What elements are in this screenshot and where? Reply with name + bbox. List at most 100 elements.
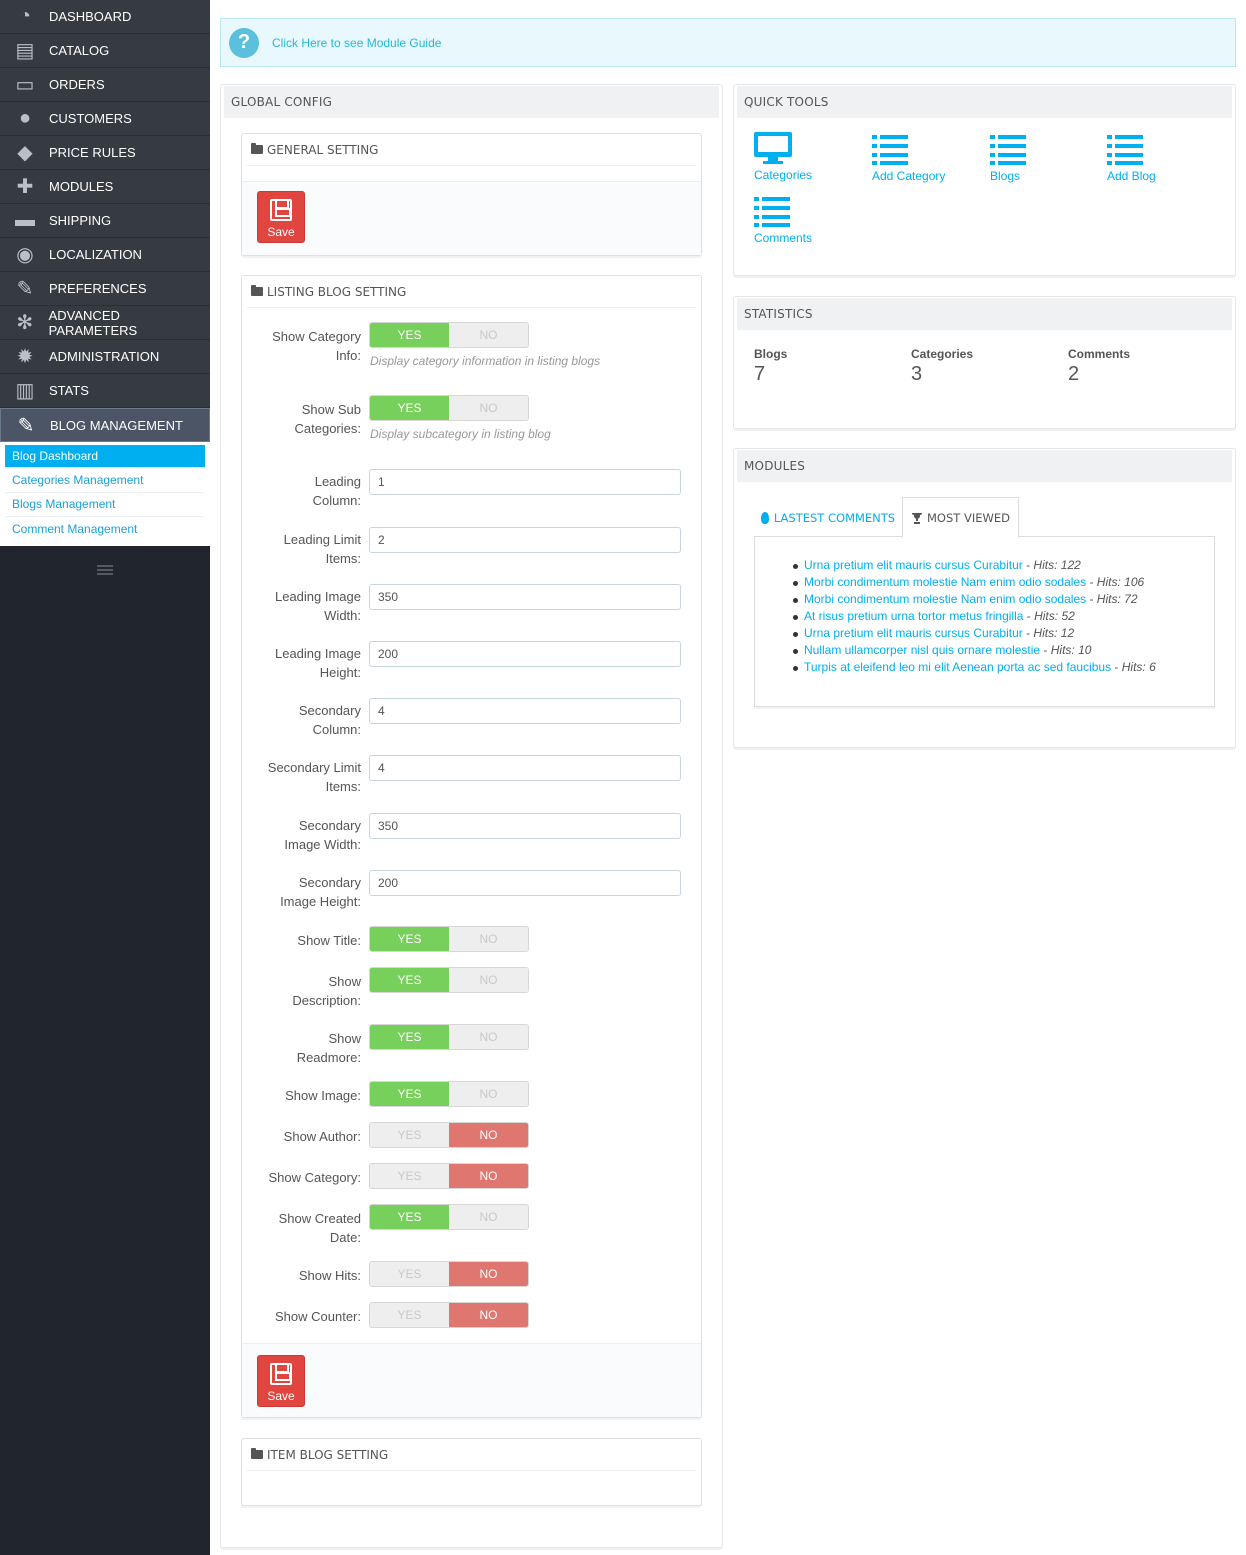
- show-category-info-toggle[interactable]: YES NO: [369, 322, 529, 348]
- most-viewed-link[interactable]: Urna pretium elit mauris cursus Curabitu…: [804, 626, 1023, 640]
- toggle-no[interactable]: NO: [449, 1082, 528, 1106]
- quick-tools-panel: QUICK TOOLS Categories Add Category Blog…: [733, 84, 1236, 276]
- submenu-blogs-management[interactable]: Blogs Management: [5, 493, 205, 517]
- modules-panel: MODULES LASTEST COMMENTS MOST VIEWED Urn…: [733, 448, 1236, 748]
- nav-item-catalog[interactable]: ▤ CATALOG: [0, 34, 210, 68]
- module-guide-link[interactable]: Click Here to see Module Guide: [272, 36, 441, 50]
- show-category-toggle[interactable]: YES NO: [369, 1163, 529, 1189]
- collapse-menu-icon[interactable]: [97, 565, 113, 577]
- list-icon: [990, 135, 1026, 165]
- nav-item-dashboard[interactable]: ◔ DASHBOARD: [0, 0, 210, 34]
- most-viewed-link[interactable]: Morbi condimentum molestie Nam enim odio…: [804, 575, 1086, 589]
- toggle-yes[interactable]: YES: [370, 1205, 449, 1229]
- nav-item-blog-management[interactable]: ✎ BLOG MANAGEMENT: [0, 408, 210, 442]
- nav-item-localization[interactable]: ◉ LOCALIZATION: [0, 238, 210, 272]
- hits-value: 10: [1078, 643, 1092, 657]
- most-viewed-link[interactable]: Turpis at eleifend leo mi elit Aenean po…: [804, 660, 1111, 674]
- toggle-no[interactable]: NO: [449, 1164, 528, 1188]
- quick-tool-add-category[interactable]: Add Category: [872, 135, 945, 183]
- most-viewed-item: Turpis at eleifend leo mi elit Aenean po…: [793, 659, 1214, 676]
- hits-value: 52: [1061, 609, 1075, 623]
- field-label: Leading Image Height:: [274, 646, 361, 680]
- sidebar: ◔ DASHBOARD ▤ CATALOG ▭ ORDERS ● CUSTOMERS ◆ PRIC…: [0, 0, 210, 1555]
- nav-item-label: CUSTOMERS: [49, 111, 132, 126]
- toggle-no[interactable]: NO: [449, 927, 528, 951]
- quick-tool-comments[interactable]: Comments: [754, 197, 812, 245]
- hits-label: Hits:: [1050, 643, 1075, 657]
- most-viewed-list: Urna pretium elit mauris cursus Curabitu…: [755, 537, 1214, 676]
- general-save-button[interactable]: Save: [257, 191, 305, 243]
- listing-blog-setting-panel: LISTING BLOG SETTING Show Category Info: Y…: [241, 275, 702, 1418]
- toggle-no[interactable]: NO: [449, 1025, 528, 1049]
- secondary-limit-input[interactable]: 4: [369, 755, 681, 781]
- toggle-yes[interactable]: YES: [370, 1164, 449, 1188]
- toggle-no[interactable]: NO: [449, 1303, 528, 1327]
- submenu-comment-management[interactable]: Comment Management: [5, 517, 205, 542]
- secondary-column-input[interactable]: 4: [369, 698, 681, 724]
- most-viewed-link[interactable]: Urna pretium elit mauris cursus Curabitu…: [804, 558, 1023, 572]
- tab-latest-comments[interactable]: LASTEST COMMENTS: [754, 497, 902, 538]
- most-viewed-link[interactable]: Nullam ullamcorper nisl quis ornare mole…: [804, 643, 1040, 657]
- nav-item-preferences[interactable]: ✎ PREFERENCES: [0, 272, 210, 306]
- nav-item-stats[interactable]: ▥ STATS: [0, 374, 210, 408]
- toggle-no[interactable]: NO: [449, 323, 528, 347]
- nav-item-orders[interactable]: ▭ ORDERS: [0, 68, 210, 102]
- global-config-panel: GLOBAL CONFIG GENERAL SETTING Save LISTI…: [220, 84, 723, 1548]
- leading-limit-input[interactable]: 2: [369, 527, 681, 553]
- submenu-blog-dashboard[interactable]: Blog Dashboard: [5, 445, 205, 468]
- toggle-yes[interactable]: YES: [370, 1262, 449, 1286]
- tab-most-viewed[interactable]: MOST VIEWED: [902, 497, 1019, 538]
- nav-item-modules[interactable]: ✚ MODULES: [0, 170, 210, 204]
- show-image-toggle[interactable]: YES NO: [369, 1081, 529, 1107]
- show-title-toggle[interactable]: YES NO: [369, 926, 529, 952]
- toggle-no[interactable]: NO: [449, 1123, 528, 1147]
- nav-item-advanced-parameters[interactable]: ✻ ADVANCED PARAMETERS: [0, 306, 210, 340]
- show-author-toggle[interactable]: YES NO: [369, 1122, 529, 1148]
- toggle-yes[interactable]: YES: [370, 1303, 449, 1327]
- field-label: Leading Limit Items:: [283, 532, 361, 566]
- statistics-panel: STATISTICS Blogs 7 Categories 3 Comments…: [733, 296, 1236, 429]
- field-label: Show Category:: [268, 1170, 362, 1185]
- desktop-icon: [754, 132, 792, 164]
- global-config-title: GLOBAL CONFIG: [224, 86, 719, 118]
- toggle-no[interactable]: NO: [449, 1262, 528, 1286]
- secondary-img-w-input[interactable]: 350: [369, 813, 681, 839]
- toggle-yes[interactable]: YES: [370, 1025, 449, 1049]
- toggle-no[interactable]: NO: [449, 1205, 528, 1229]
- leading-img-w-input[interactable]: 350: [369, 584, 681, 610]
- show-hits-toggle[interactable]: YES NO: [369, 1261, 529, 1287]
- toggle-yes[interactable]: YES: [370, 1123, 449, 1147]
- pencil-icon: ✎: [17, 414, 35, 437]
- most-viewed-link[interactable]: Morbi condimentum molestie Nam enim odio…: [804, 592, 1086, 606]
- show-description-toggle[interactable]: YES NO: [369, 967, 529, 993]
- toggle-yes[interactable]: YES: [370, 968, 449, 992]
- show-created-date-toggle[interactable]: YES NO: [369, 1204, 529, 1230]
- general-setting-panel: GENERAL SETTING Save: [241, 133, 702, 256]
- nav-item-price-rules[interactable]: ◆ PRICE RULES: [0, 136, 210, 170]
- nav-item-administration[interactable]: ✹ ADMINISTRATION: [0, 340, 210, 374]
- toggle-yes[interactable]: YES: [370, 396, 449, 420]
- hits-label: Hits:: [1034, 609, 1059, 623]
- listing-save-button[interactable]: Save: [257, 1355, 305, 1407]
- nav-item-label: SHIPPING: [49, 213, 112, 228]
- secondary-img-h-input[interactable]: 200: [369, 870, 681, 896]
- show-sub-categories-toggle[interactable]: YES NO: [369, 395, 529, 421]
- quick-tool-categories[interactable]: Categories: [754, 132, 812, 182]
- toggle-yes[interactable]: YES: [370, 1082, 449, 1106]
- leading-img-h-input[interactable]: 200: [369, 641, 681, 667]
- most-viewed-link[interactable]: At risus pretium urna tortor metus fring…: [804, 609, 1023, 623]
- toggle-yes[interactable]: YES: [370, 927, 449, 951]
- nav-item-shipping[interactable]: ▬ SHIPPING: [0, 204, 210, 238]
- quick-tool-blogs[interactable]: Blogs: [990, 135, 1026, 183]
- show-counter-toggle[interactable]: YES NO: [369, 1302, 529, 1328]
- submenu-categories-management[interactable]: Categories Management: [5, 468, 205, 493]
- most-viewed-list-panel: Urna pretium elit mauris cursus Curabitu…: [754, 536, 1215, 707]
- nav-item-label: STATS: [49, 383, 89, 398]
- toggle-no[interactable]: NO: [449, 396, 528, 420]
- toggle-yes[interactable]: YES: [370, 323, 449, 347]
- quick-tool-add-blog[interactable]: Add Blog: [1107, 135, 1156, 183]
- leading-column-input[interactable]: 1: [369, 469, 681, 495]
- toggle-no[interactable]: NO: [449, 968, 528, 992]
- nav-item-customers[interactable]: ● CUSTOMERS: [0, 102, 210, 136]
- show-readmore-toggle[interactable]: YES NO: [369, 1024, 529, 1050]
